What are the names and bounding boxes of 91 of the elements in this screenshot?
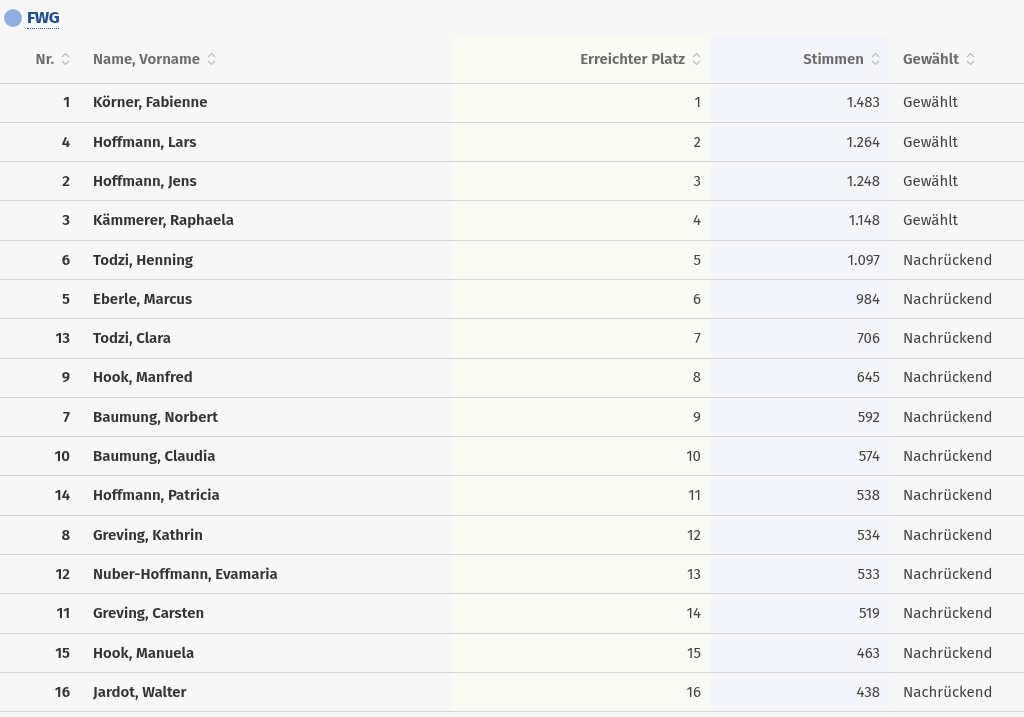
number-cell: 6 — [61, 250, 70, 269]
rank-cell: 15 — [687, 643, 701, 662]
name-cell: Todzi, Henning — [93, 250, 193, 269]
rank-cell: 9 — [693, 407, 701, 426]
rank-cell: 4 — [693, 211, 701, 230]
status-cell: Nachrückend — [903, 643, 993, 662]
status-cell: Nachrückend — [903, 564, 993, 583]
votes-cell: 533 — [857, 564, 880, 583]
name-cell: Hoffmann, Jens — [93, 172, 197, 190]
rank-cell: 16 — [686, 682, 701, 701]
votes-cell: 519 — [858, 604, 880, 623]
votes-cell: 706 — [857, 329, 880, 348]
name-cell: Greving, Kathrin — [93, 525, 203, 544]
status-cell: Nachrückend — [903, 604, 993, 623]
rank-cell: 2 — [693, 132, 701, 151]
name-cell: Eberle, Marcus — [93, 289, 193, 308]
party-name[interactable]: FWG — [27, 7, 60, 29]
status-cell: Nachrückend — [903, 486, 993, 505]
number-cell: 16 — [54, 682, 70, 701]
status-cell: Nachrückend — [903, 525, 993, 544]
number-cell: 4 — [61, 132, 70, 151]
votes-cell: 438 — [856, 682, 880, 701]
rank-cell: 8 — [692, 368, 701, 387]
name-cell: Nuber-Hoffmann, Evamaria — [93, 564, 278, 583]
votes-cell: 984 — [855, 289, 880, 308]
name-cell: Greving, Carsten — [93, 604, 205, 623]
number-cell: 14 — [54, 486, 70, 505]
column-header[interactable]: Gewählt — [903, 48, 975, 71]
votes-cell: 1.264 — [846, 132, 880, 151]
status-cell: Gewählt — [903, 211, 958, 230]
sort-icon — [61, 52, 70, 67]
column-header[interactable]: Stimmen — [803, 48, 880, 71]
status-cell: Nachrückend — [903, 250, 993, 269]
name-cell: Hook, Manfred — [93, 368, 193, 387]
number-cell: 11 — [56, 604, 70, 623]
sort-icon — [871, 52, 880, 67]
votes-cell: 574 — [858, 447, 880, 466]
number-cell: 8 — [61, 525, 70, 544]
name-cell: Kämmerer, Raphaela — [93, 211, 234, 230]
rank-cell: 11 — [688, 486, 701, 505]
rank-cell: 1 — [694, 93, 701, 112]
sort-icon — [965, 52, 975, 67]
status-cell: Gewählt — [903, 172, 958, 190]
rank-cell: 14 — [686, 604, 701, 623]
votes-cell: 645 — [856, 368, 880, 387]
status-cell: Gewählt — [903, 132, 958, 151]
name-cell: Baumung, Norbert — [93, 407, 219, 426]
rank-cell: 3 — [693, 172, 701, 190]
votes-cell: 1.483 — [846, 93, 880, 112]
column-header[interactable]: Name, Vorname — [93, 48, 217, 71]
number-cell: 15 — [55, 643, 70, 662]
status-cell: Nachrückend — [903, 368, 993, 387]
name-cell: Todzi, Clara — [93, 329, 171, 348]
rank-cell: 7 — [694, 329, 701, 348]
votes-cell: 538 — [856, 486, 880, 505]
number-cell: 12 — [55, 564, 70, 583]
status-cell: Nachrückend — [903, 329, 993, 348]
number-cell: 3 — [62, 211, 70, 230]
name-cell: Baumung, Claudia — [93, 447, 216, 466]
rank-cell: 10 — [686, 447, 701, 466]
votes-cell: 1.248 — [846, 172, 880, 190]
votes-cell: 463 — [856, 643, 880, 662]
number-cell: 5 — [62, 289, 70, 308]
number-cell: 9 — [61, 368, 70, 387]
status-cell: Gewählt — [903, 93, 958, 112]
votes-cell: 1.097 — [847, 250, 880, 269]
number-cell: 1 — [63, 93, 70, 112]
status-cell: Nachrückend — [903, 407, 993, 426]
rank-cell: 5 — [693, 250, 701, 269]
sort-icon — [207, 52, 217, 67]
votes-cell: 1.148 — [848, 211, 880, 230]
status-cell: Nachrückend — [903, 447, 993, 466]
number-cell: 2 — [62, 172, 70, 190]
number-cell: 13 — [55, 329, 70, 348]
column-header[interactable]: Nr. — [35, 48, 70, 71]
votes-cell: 534 — [857, 525, 880, 544]
rank-cell: 12 — [687, 525, 701, 544]
name-cell: Körner, Fabienne — [93, 93, 208, 112]
column-header[interactable]: Erreichter Platz — [580, 48, 701, 71]
name-cell: Hook, Manuela — [93, 643, 195, 662]
number-cell: 10 — [54, 447, 70, 466]
number-cell: 7 — [63, 407, 70, 426]
rank-cell: 6 — [693, 289, 701, 308]
rank-cell: 13 — [687, 564, 701, 583]
name-cell: Hoffmann, Lars — [93, 132, 197, 151]
status-cell: Nachrückend — [903, 289, 993, 308]
name-cell: Hoffmann, Patricia — [93, 486, 220, 505]
sort-icon — [692, 52, 701, 67]
votes-cell: 592 — [857, 407, 880, 426]
status-cell: Nachrückend — [903, 682, 993, 701]
name-cell: Jardot, Walter — [93, 682, 187, 701]
